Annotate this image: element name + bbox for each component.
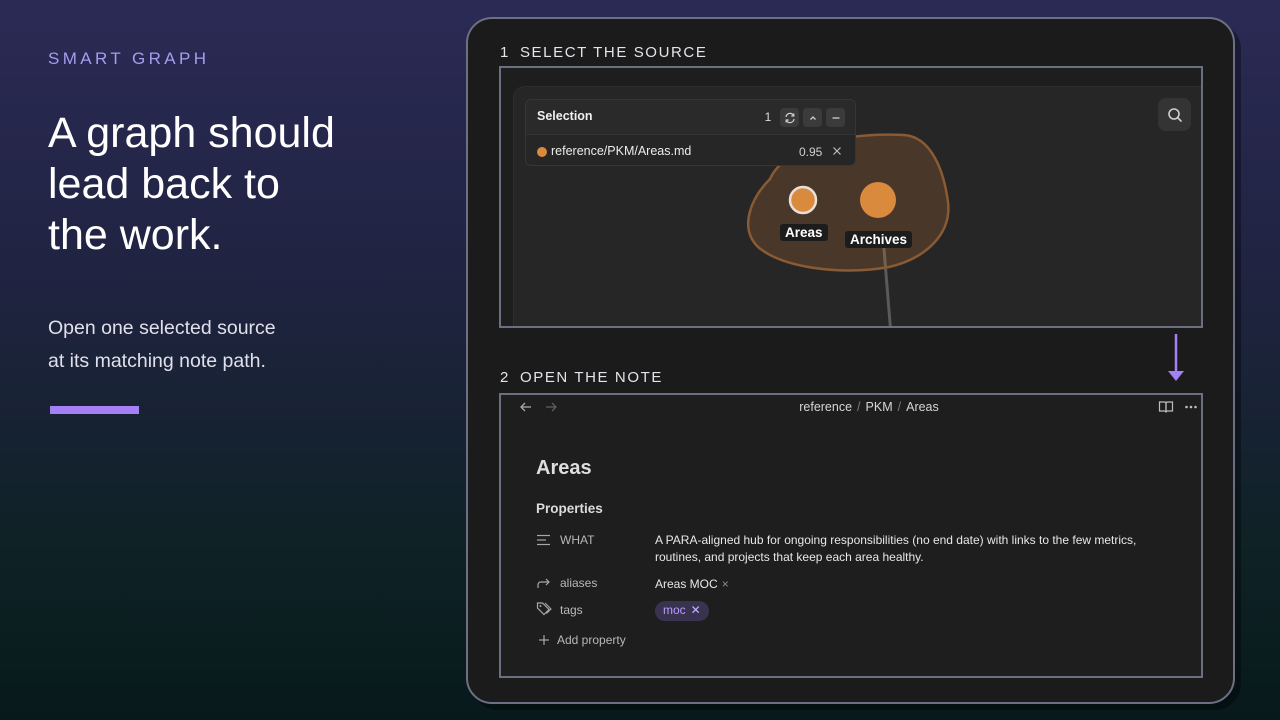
node-archives — [860, 182, 896, 218]
alias-item: Areas MOC — [655, 577, 718, 591]
book-open-icon[interactable] — [1158, 400, 1174, 414]
collapse-up-button[interactable] — [803, 108, 822, 127]
step-2-label: 2 OPEN THE NOTE — [500, 369, 663, 386]
selection-item[interactable]: reference/PKM/Areas.md 0.95 — [526, 143, 855, 161]
step-2-text: OPEN THE NOTE — [519, 369, 663, 386]
more-options-icon[interactable] — [1184, 401, 1198, 413]
refresh-icon — [784, 112, 795, 123]
selection-item-path[interactable]: reference/PKM/Areas.md — [551, 144, 691, 158]
remove-selection-button[interactable] — [830, 143, 844, 159]
subheadline: Open one selected source at its matching… — [48, 312, 276, 378]
breadcrumb-separator: / — [857, 400, 861, 414]
step-1-label: 1 SELECT THE SOURCE — [500, 44, 707, 61]
eyebrow-label: SMART GRAPH — [48, 49, 210, 68]
selection-item-dot — [537, 147, 547, 157]
subheadline-line-2: at its matching note path. — [48, 350, 266, 372]
chevron-up-icon — [809, 115, 816, 120]
arrow-down-icon — [1168, 334, 1184, 381]
node-label-areas[interactable]: Areas — [780, 224, 828, 241]
tags-icon — [536, 602, 552, 616]
close-icon — [833, 147, 841, 155]
breadcrumb-separator: / — [897, 400, 902, 414]
step-1-number: 1 — [500, 44, 510, 61]
minus-icon — [832, 116, 839, 119]
note-panel: reference / PKM / Areas Areas Properties WHA… — [499, 393, 1203, 678]
device-frame: 1 SELECT THE SOURCE Areas Archives Select… — [466, 17, 1235, 704]
text-lines-icon — [537, 534, 550, 546]
selection-header: Selection 1 — [526, 100, 855, 135]
plus-icon[interactable] — [537, 633, 551, 647]
breadcrumb-item-pkm[interactable]: PKM — [866, 400, 893, 414]
properties-heading: Properties — [536, 501, 603, 516]
node-label-archives[interactable]: Archives — [845, 231, 913, 248]
breadcrumb: reference / PKM / Areas — [501, 400, 1201, 414]
refresh-button[interactable] — [780, 108, 799, 127]
headline-line-1: A graph should — [48, 109, 335, 157]
property-value-what[interactable]: A PARA-aligned hub for ongoing responsib… — [655, 532, 1175, 565]
selection-title: Selection — [537, 109, 593, 123]
search-icon — [1167, 107, 1182, 122]
note-topbar: reference / PKM / Areas — [501, 395, 1201, 421]
selection-count: 1 — [764, 110, 772, 124]
step-2-number: 2 — [500, 369, 510, 386]
graph-search-button[interactable] — [1158, 98, 1191, 131]
node-areas — [788, 185, 818, 215]
headline-line-3: the work. — [48, 211, 223, 259]
forward-arrow-icon — [537, 578, 550, 588]
step-1-text: SELECT THE SOURCE — [519, 44, 708, 61]
minimize-button[interactable] — [826, 108, 845, 127]
selection-card: Selection 1 reference/PKM/Areas.md 0.95 — [525, 99, 856, 166]
tag-text: moc — [663, 603, 686, 617]
note-title: Areas — [536, 457, 592, 479]
accent-bar — [50, 406, 139, 414]
property-key-tags[interactable]: tags — [560, 603, 583, 617]
headline-line-2: lead back to — [48, 160, 280, 208]
property-key-aliases[interactable]: aliases — [560, 576, 597, 590]
remove-tag-icon[interactable]: ✕ — [691, 603, 701, 617]
subheadline-line-1: Open one selected source — [48, 317, 276, 339]
property-key-what[interactable]: WHAT — [560, 533, 594, 547]
add-property-button[interactable]: Add property — [557, 633, 626, 647]
selection-item-score: 0.95 — [799, 145, 823, 159]
graph-panel: Areas Archives Selection 1 reference/PKM… — [499, 66, 1203, 328]
tag-pill-moc[interactable]: moc ✕ — [655, 601, 709, 621]
breadcrumb-item-reference[interactable]: reference — [799, 400, 852, 414]
headline: A graph should lead back to the work. — [48, 108, 408, 261]
breadcrumb-item-areas[interactable]: Areas — [906, 400, 939, 414]
property-value-aliases[interactable]: Areas MOC × — [655, 576, 1175, 593]
remove-alias-icon[interactable]: × — [722, 577, 729, 591]
